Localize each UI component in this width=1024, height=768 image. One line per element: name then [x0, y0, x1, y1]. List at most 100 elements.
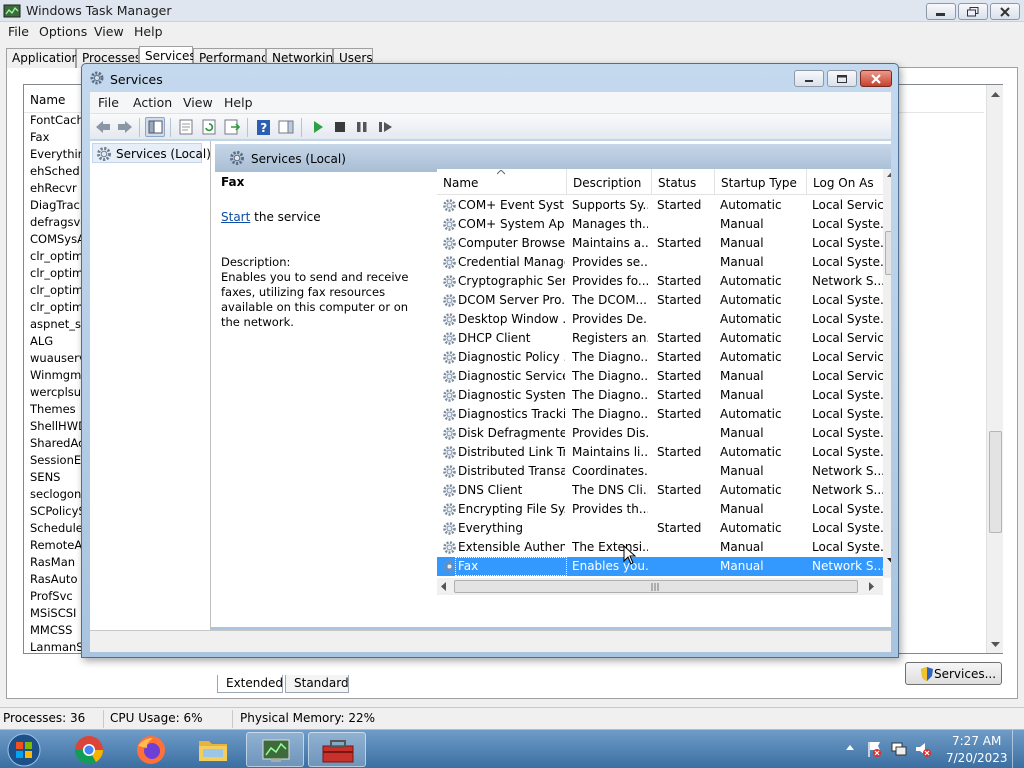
- list-item[interactable]: MSiSCSI: [30, 606, 88, 620]
- table-row[interactable]: DNS Client The DNS Cli... Started Automatic…: [437, 481, 883, 500]
- list-item[interactable]: RasAuto: [30, 572, 88, 586]
- list-vertical-scrollbar[interactable]: [986, 85, 1003, 653]
- list-item[interactable]: SharedAcc: [30, 436, 88, 450]
- volume-muted-icon[interactable]: [914, 740, 932, 758]
- table-row[interactable]: Cryptographic Ser... Provides fo... Starte…: [437, 272, 883, 291]
- menu-file[interactable]: File: [98, 95, 119, 110]
- list-item[interactable]: seclogon: [30, 487, 88, 501]
- list-item[interactable]: clr_optimiz: [30, 266, 88, 280]
- list-item[interactable]: ShellHWDe: [30, 419, 88, 433]
- table-row[interactable]: Credential Manager Provides se... Manual Lo…: [437, 253, 883, 272]
- services-maximize-button[interactable]: [827, 70, 857, 87]
- properties-icon[interactable]: [176, 117, 196, 137]
- table-row[interactable]: Distributed Transa... Coordinates... Manua…: [437, 462, 883, 481]
- list-item[interactable]: RasMan: [30, 555, 88, 569]
- list-item[interactable]: SCPolicySv: [30, 504, 88, 518]
- table-row[interactable]: Desktop Window ... Provides De... Automati…: [437, 310, 883, 329]
- list-item[interactable]: ehSched: [30, 164, 88, 178]
- list-item[interactable]: SessionEn: [30, 453, 88, 467]
- tab-applications[interactable]: Applications: [6, 48, 85, 68]
- restart-service-icon[interactable]: [375, 117, 395, 137]
- table-row[interactable]: Everything Started Automatic Local Syste...: [437, 519, 883, 538]
- table-row[interactable]: COM+ System Ap... Manages th... Manual Loca…: [437, 215, 883, 234]
- list-item[interactable]: FontCache: [30, 113, 88, 127]
- column-description[interactable]: Description: [567, 169, 652, 195]
- refresh-icon[interactable]: [199, 117, 219, 137]
- table-row[interactable]: Diagnostic System... The Diagno... Started…: [437, 386, 883, 405]
- scroll-thumb[interactable]: [885, 231, 891, 275]
- services-horizontal-scrollbar[interactable]: [437, 578, 883, 595]
- tree-item-services-local[interactable]: Services (Local): [92, 143, 211, 163]
- show-action-pane-icon[interactable]: [276, 117, 296, 137]
- list-item[interactable]: DiagTrack: [30, 198, 88, 212]
- list-item[interactable]: wuauserv: [30, 351, 88, 365]
- pause-service-icon[interactable]: [352, 117, 372, 137]
- menu-view[interactable]: View: [183, 95, 213, 110]
- close-button[interactable]: [990, 3, 1020, 20]
- list-item[interactable]: Everything: [30, 147, 88, 161]
- list-item[interactable]: ehRecvr: [30, 181, 88, 195]
- list-item[interactable]: clr_optimiz: [30, 283, 88, 297]
- services-close-button[interactable]: [860, 70, 892, 87]
- list-item[interactable]: LanmanSe: [30, 640, 88, 654]
- services-titlebar[interactable]: Services: [82, 64, 898, 92]
- menu-options[interactable]: Options: [39, 24, 87, 39]
- list-item[interactable]: Themes: [30, 402, 88, 416]
- restore-button[interactable]: [958, 3, 988, 20]
- back-icon[interactable]: [93, 117, 113, 137]
- taskbar-explorer[interactable]: [184, 732, 242, 767]
- start-service-icon[interactable]: [308, 117, 328, 137]
- services-list[interactable]: Name Description Status Startup Type Log…: [437, 169, 891, 604]
- task-manager-titlebar[interactable]: Windows Task Manager: [0, 0, 1024, 22]
- table-row[interactable]: Diagnostic Policy ... The Diagno... Starte…: [437, 348, 883, 367]
- tab-standard[interactable]: Standard: [285, 675, 349, 693]
- column-name[interactable]: Name: [30, 93, 65, 107]
- list-item[interactable]: ProfSvc: [30, 589, 88, 603]
- scroll-left-icon[interactable]: [441, 582, 447, 591]
- taskbar-task-manager[interactable]: [246, 732, 304, 767]
- taskbar-services-toolbox[interactable]: [308, 732, 366, 767]
- scroll-down-icon[interactable]: [991, 642, 1000, 648]
- scroll-thumb[interactable]: [454, 580, 858, 593]
- help-icon[interactable]: ?: [253, 117, 273, 137]
- scroll-up-icon[interactable]: [887, 172, 891, 178]
- list-item[interactable]: wercplsupp: [30, 385, 88, 399]
- clock-time[interactable]: 7:27 AM: [952, 734, 1001, 748]
- list-item[interactable]: Schedule: [30, 521, 88, 535]
- stop-service-icon[interactable]: [330, 117, 350, 137]
- start-service-link[interactable]: Start: [221, 210, 250, 224]
- action-center-flag-icon[interactable]: [866, 740, 882, 758]
- list-item[interactable]: clr_optimiz: [30, 300, 88, 314]
- table-row[interactable]: Fax Enables you... Manual Network S...: [437, 557, 883, 576]
- table-row[interactable]: DHCP Client Registers an... Started Automat…: [437, 329, 883, 348]
- network-icon[interactable]: [890, 740, 908, 758]
- scroll-thumb[interactable]: [989, 431, 1002, 533]
- scroll-up-icon[interactable]: [991, 92, 1000, 98]
- table-row[interactable]: Extensible Authen...The Extensi...Manual…: [437, 538, 883, 557]
- list-item[interactable]: COMSysApp: [30, 232, 88, 246]
- table-row[interactable]: Disk Defragmenter Provides Dis... Manual Lo…: [437, 424, 883, 443]
- table-row[interactable]: DCOM Server Pro... The DCOM... Started Auto…: [437, 291, 883, 310]
- taskbar-chrome[interactable]: [60, 732, 118, 767]
- table-row[interactable]: Diagnostics Tracki... The Diagno... Starte…: [437, 405, 883, 424]
- show-hidden-icons-icon[interactable]: [846, 745, 854, 751]
- start-button[interactable]: [4, 732, 48, 768]
- minimize-button[interactable]: [926, 3, 956, 20]
- list-item[interactable]: SENS: [30, 470, 88, 484]
- column-log-on-as[interactable]: Log On As: [807, 169, 883, 195]
- forward-icon[interactable]: [115, 117, 135, 137]
- clock-date[interactable]: 7/20/2023: [946, 751, 1008, 765]
- menu-action[interactable]: Action: [133, 95, 172, 110]
- scroll-right-icon[interactable]: [869, 582, 875, 591]
- table-row[interactable]: COM+ Event Syst... Supports Sy... Started A…: [437, 196, 883, 215]
- services-minimize-button[interactable]: [794, 70, 824, 87]
- export-list-icon[interactable]: [222, 117, 242, 137]
- show-desktop-button[interactable]: [1012, 730, 1024, 768]
- menu-file[interactable]: File: [8, 24, 29, 39]
- column-startup-type[interactable]: Startup Type: [715, 169, 807, 195]
- menu-view[interactable]: View: [94, 24, 124, 39]
- menu-help[interactable]: Help: [134, 24, 163, 39]
- list-item[interactable]: RemoteAc: [30, 538, 88, 552]
- list-item[interactable]: MMCSS: [30, 623, 88, 637]
- list-item[interactable]: aspnet_sta: [30, 317, 88, 331]
